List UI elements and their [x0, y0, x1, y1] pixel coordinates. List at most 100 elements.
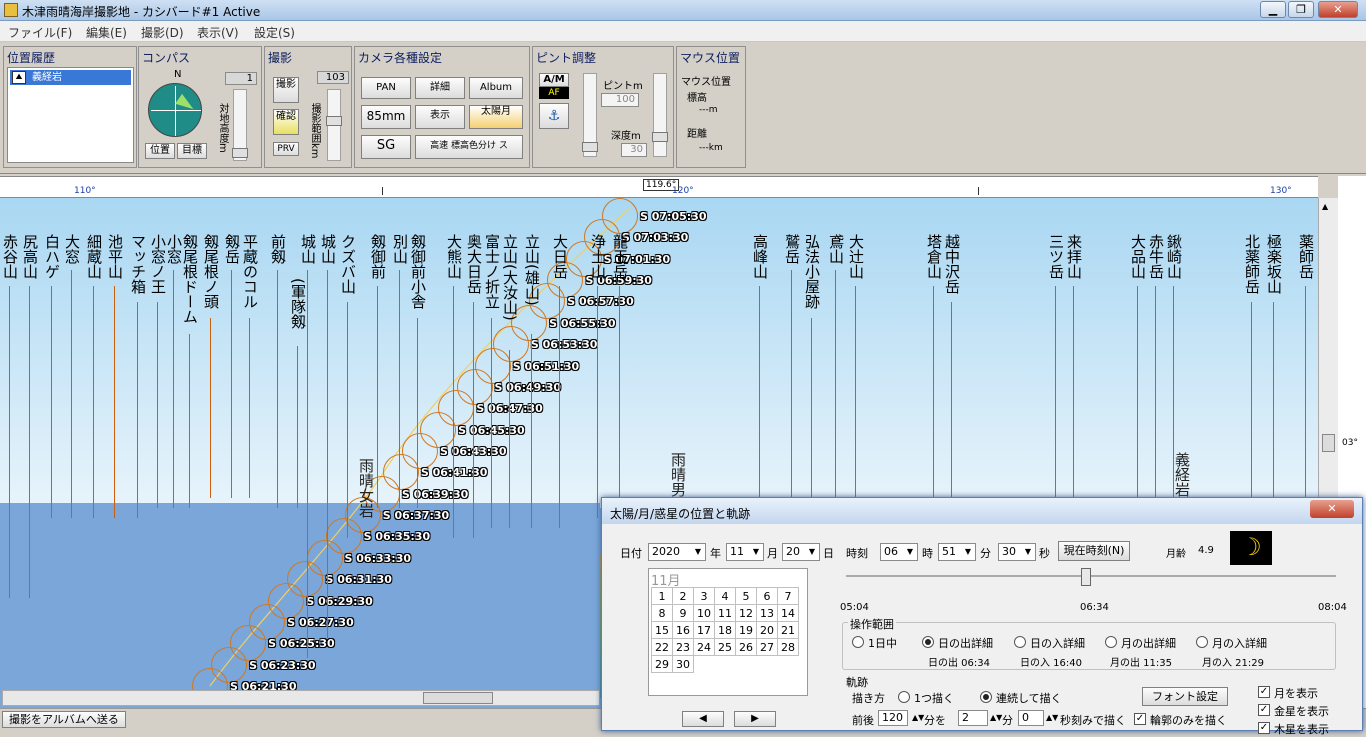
- calendar-day[interactable]: 25: [714, 638, 736, 656]
- time-slider-thumb[interactable]: [1081, 568, 1092, 586]
- detail-button[interactable]: 詳細: [415, 77, 465, 99]
- day-select[interactable]: 20 ▼: [782, 543, 820, 561]
- outline-only-checkbox[interactable]: ✓: [1134, 713, 1146, 725]
- calendar-day[interactable]: 3: [693, 587, 715, 605]
- history-item[interactable]: 義経岩: [10, 70, 131, 85]
- show-jupiter-checkbox[interactable]: ✓: [1258, 722, 1270, 734]
- calendar-day[interactable]: 26: [735, 638, 757, 656]
- am-button[interactable]: A/M: [539, 73, 569, 87]
- pan-button[interactable]: PAN: [361, 77, 411, 99]
- dialog-close-button[interactable]: ✕: [1310, 500, 1354, 518]
- calendar-day[interactable]: 19: [735, 621, 757, 639]
- draw-continuous-radio[interactable]: [980, 691, 992, 703]
- focus-slider[interactable]: [582, 73, 598, 157]
- position-button[interactable]: 位置: [145, 143, 175, 159]
- depth-slider[interactable]: [652, 73, 668, 157]
- second-select[interactable]: 30 ▼: [998, 543, 1036, 561]
- calendar-day[interactable]: 23: [672, 638, 694, 656]
- month-select[interactable]: 11 ▼: [726, 543, 764, 561]
- depth-value[interactable]: 30: [621, 143, 647, 157]
- calendar-day[interactable]: 20: [756, 621, 778, 639]
- calendar-day[interactable]: 27: [756, 638, 778, 656]
- anchor-icon[interactable]: ⚓: [539, 103, 569, 129]
- compass-north: N: [174, 69, 182, 80]
- menu-view[interactable]: 表示(V): [197, 24, 239, 41]
- history-list: 義経岩 ⛰: [7, 67, 134, 163]
- next-month-button[interactable]: ▶: [734, 711, 776, 727]
- send-to-album-button[interactable]: 撮影をアルバムへ送る: [2, 711, 126, 728]
- step-input[interactable]: 2: [958, 710, 988, 726]
- hour-select[interactable]: 06 ▼: [880, 543, 918, 561]
- range-moonrise-radio[interactable]: [1105, 636, 1117, 648]
- calendar-day[interactable]: 4: [714, 587, 736, 605]
- calendar-day[interactable]: 16: [672, 621, 694, 639]
- calendar-day[interactable]: 13: [756, 604, 778, 622]
- calendar-day[interactable]: 12: [735, 604, 757, 622]
- sg-button[interactable]: SG: [361, 135, 411, 159]
- range-sunset-radio[interactable]: [1014, 636, 1026, 648]
- shoot-button[interactable]: 撮影: [273, 77, 299, 103]
- hscroll-thumb[interactable]: [423, 692, 493, 704]
- prv-button[interactable]: PRV: [273, 142, 299, 156]
- calendar-day[interactable]: 11: [714, 604, 736, 622]
- now-button[interactable]: 現在時刻(N): [1058, 541, 1130, 561]
- confirm-button[interactable]: 確認: [273, 109, 299, 135]
- calendar-day[interactable]: 29: [651, 655, 673, 673]
- show-venus-checkbox[interactable]: ✓: [1258, 704, 1270, 716]
- calendar-day[interactable]: 28: [777, 638, 799, 656]
- menu-edit[interactable]: 編集(E): [86, 24, 127, 41]
- sec-spin-icon[interactable]: ▲▼: [1046, 713, 1058, 722]
- calendar-day[interactable]: 6: [756, 587, 778, 605]
- range-slider[interactable]: [326, 89, 342, 161]
- close-button[interactable]: ✕: [1318, 1, 1358, 18]
- altitude-slider[interactable]: [232, 89, 248, 161]
- menu-shoot[interactable]: 撮影(D): [141, 24, 184, 41]
- scroll-thumb[interactable]: [1322, 434, 1335, 452]
- menu-file[interactable]: ファイル(F): [8, 24, 72, 41]
- lens-85mm-button[interactable]: 85mm: [361, 105, 411, 129]
- calendar-day[interactable]: 18: [714, 621, 736, 639]
- calendar-day[interactable]: 9: [672, 604, 694, 622]
- calendar-day[interactable]: 22: [651, 638, 673, 656]
- calendar-day[interactable]: 14: [777, 604, 799, 622]
- calendar-day[interactable]: 15: [651, 621, 673, 639]
- calendar-day[interactable]: 7: [777, 587, 799, 605]
- draw-once-radio[interactable]: [898, 691, 910, 703]
- sun-moon-button[interactable]: 太陽月: [469, 105, 523, 129]
- prev-month-button[interactable]: ◀: [682, 711, 724, 727]
- calendar-day[interactable]: 8: [651, 604, 673, 622]
- scroll-up-icon[interactable]: ▲: [1322, 202, 1328, 211]
- sec-input[interactable]: 0: [1018, 710, 1044, 726]
- compass-dial[interactable]: [148, 83, 202, 137]
- range-allday-radio[interactable]: [852, 636, 864, 648]
- history-title: 位置履歴: [7, 51, 56, 65]
- album-button[interactable]: Album: [469, 77, 523, 99]
- range-moonset-radio[interactable]: [1196, 636, 1208, 648]
- peak-leader-line: [29, 286, 30, 598]
- display-button[interactable]: 表示: [415, 105, 465, 129]
- step-spin-icon[interactable]: ▲▼: [990, 713, 1002, 722]
- calendar-day[interactable]: 1: [651, 587, 673, 605]
- restore-button[interactable]: ❐: [1288, 1, 1314, 18]
- calendar-day[interactable]: 17: [693, 621, 715, 639]
- minimize-button[interactable]: ▁: [1260, 1, 1286, 18]
- font-settings-button[interactable]: フォント設定: [1142, 687, 1228, 706]
- range-sunrise-radio[interactable]: [922, 636, 934, 648]
- calendar-day[interactable]: 10: [693, 604, 715, 622]
- calendar-day: [735, 655, 757, 673]
- before-after-input[interactable]: 120: [878, 710, 908, 726]
- calendar-day[interactable]: 24: [693, 638, 715, 656]
- calendar-day[interactable]: 30: [672, 655, 694, 673]
- calendar-day[interactable]: 5: [735, 587, 757, 605]
- year-select[interactable]: 2020 ▼: [648, 543, 706, 561]
- fast-elevation-button[interactable]: 高速 標高色分け ス: [415, 135, 523, 159]
- ba-spin-icon[interactable]: ▲▼: [912, 713, 924, 722]
- minute-select[interactable]: 51 ▼: [938, 543, 976, 561]
- target-button[interactable]: 目標: [177, 143, 207, 159]
- horizontal-scrollbar[interactable]: [2, 690, 600, 706]
- calendar-day[interactable]: 21: [777, 621, 799, 639]
- calendar-day[interactable]: 2: [672, 587, 694, 605]
- show-moon-checkbox[interactable]: ✓: [1258, 686, 1270, 698]
- menu-settings[interactable]: 設定(S): [254, 24, 295, 41]
- focus-value[interactable]: 100: [601, 93, 639, 107]
